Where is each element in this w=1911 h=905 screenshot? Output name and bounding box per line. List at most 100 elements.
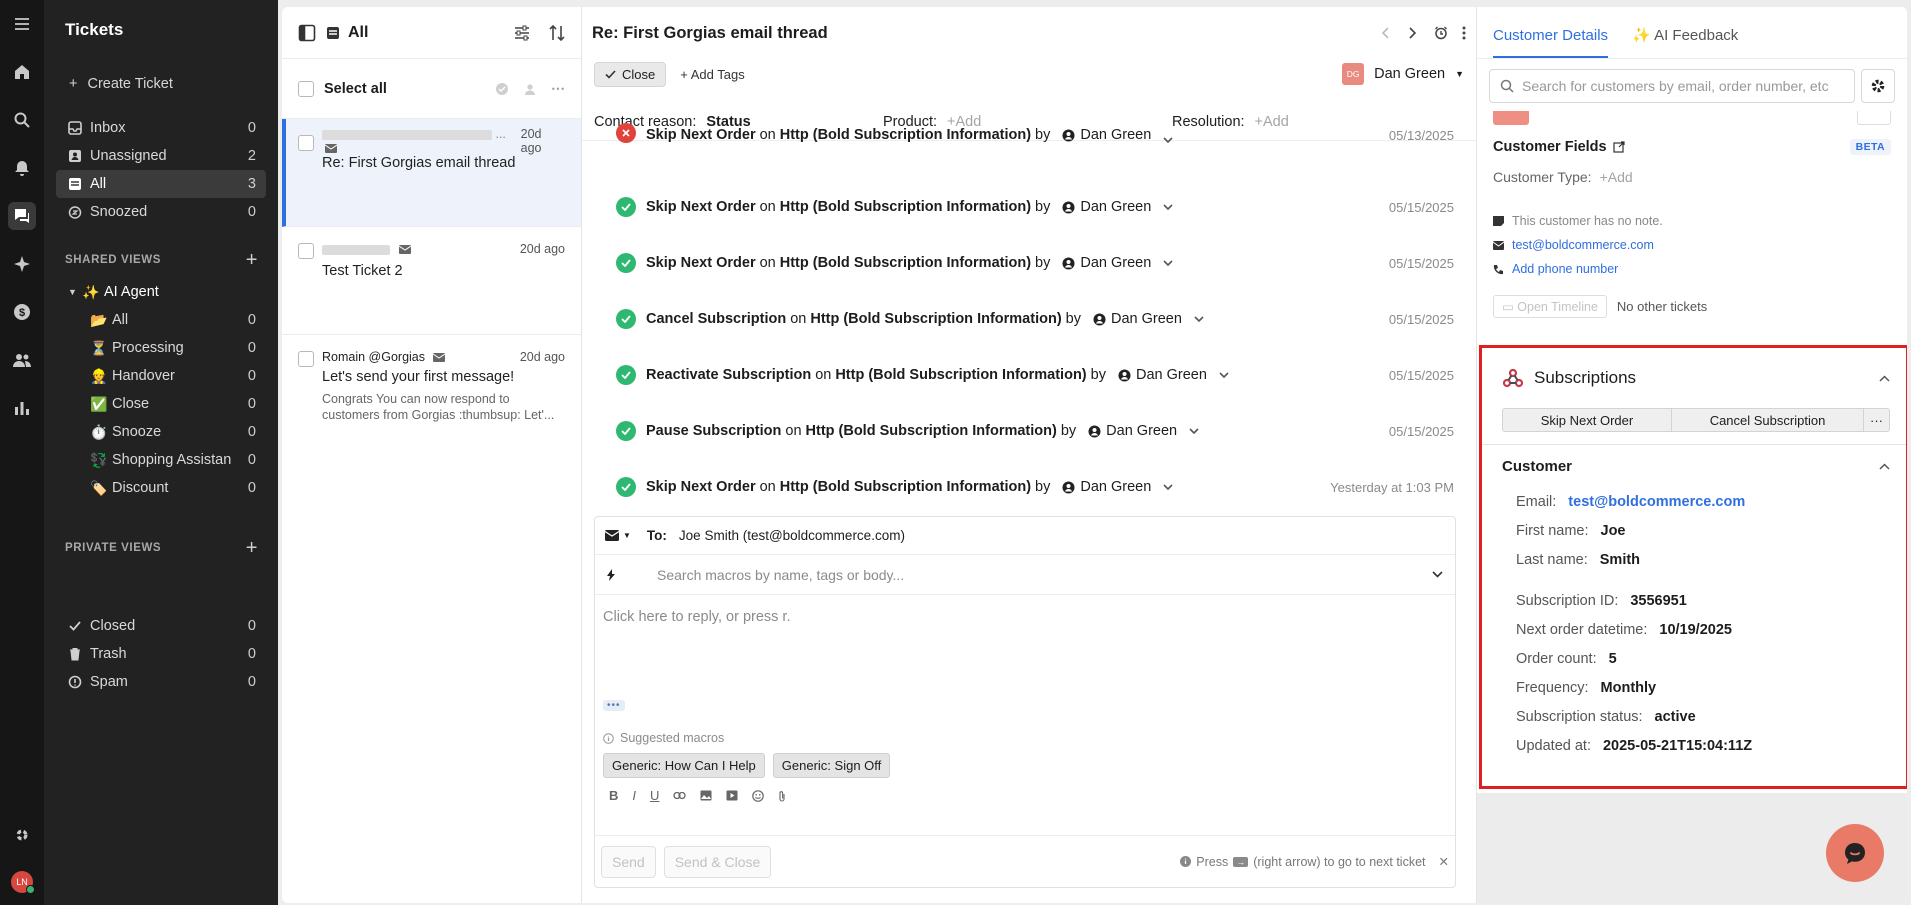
view-unassigned[interactable]: Unassigned 2 — [56, 142, 266, 170]
open-timeline-button[interactable]: ▭ Open Timeline — [1493, 295, 1607, 318]
close-ticket-button[interactable]: Close — [594, 61, 667, 87]
ticket-item[interactable]: Romain @Gorgias 20d ago Let's send your … — [282, 335, 581, 431]
add-tags-button[interactable]: + Add Tags — [680, 67, 744, 82]
view-spam[interactable]: Spam 0 — [56, 668, 266, 696]
chevron-down-icon[interactable] — [1163, 484, 1173, 490]
mail-icon — [325, 144, 337, 154]
chevron-down-icon[interactable] — [1432, 571, 1443, 578]
ai-view-handover[interactable]: 👷 Handover 0 — [56, 362, 266, 390]
more-vertical-icon[interactable] — [1462, 26, 1466, 40]
chevron-down-icon[interactable] — [1163, 137, 1173, 143]
select-all-checkbox[interactable] — [298, 80, 314, 97]
ai-view-discount[interactable]: 🏷️ Discount 0 — [56, 474, 266, 502]
all-tickets-icon — [68, 177, 90, 191]
cancel-subscription-button[interactable]: Cancel Subscription — [1671, 409, 1863, 431]
ai-view-close[interactable]: ✅ Close 0 — [56, 390, 266, 418]
emoji-icon[interactable] — [752, 789, 765, 802]
more-horizontal-icon[interactable]: ⋯ — [551, 80, 565, 97]
next-ticket-icon[interactable] — [1408, 27, 1416, 39]
tab-customer-details[interactable]: Customer Details — [1493, 27, 1609, 58]
snooze-alarm-icon[interactable] — [1434, 26, 1448, 40]
customer-search-input[interactable]: Search for customers by email, order num… — [1489, 69, 1855, 103]
tickets-icon[interactable] — [0, 192, 44, 240]
macro-chip[interactable]: Generic: Sign Off — [772, 753, 891, 778]
macro-chip[interactable]: Generic: How Can I Help — [603, 753, 765, 778]
view-all[interactable]: All 3 — [56, 170, 266, 198]
chat-widget-button[interactable] — [1826, 824, 1884, 882]
ticket-item[interactable]: ... 20d ago Re: First Gorgias email thre… — [282, 119, 581, 227]
bold-icon[interactable]: B — [609, 788, 618, 803]
attachment-icon[interactable] — [778, 790, 786, 802]
ai-sparkle-icon[interactable] — [0, 240, 44, 288]
search-icon[interactable] — [0, 96, 44, 144]
toggle-panel-icon[interactable] — [298, 24, 316, 42]
sidebar-settings-gear-icon[interactable] — [1861, 69, 1895, 103]
bell-icon[interactable] — [0, 144, 44, 192]
chevron-down-icon[interactable] — [1189, 428, 1199, 434]
link-icon[interactable] — [673, 791, 687, 800]
view-inbox[interactable]: Inbox 0 — [56, 114, 266, 142]
assignee-dropdown[interactable]: DG Dan Green ▼ — [1342, 63, 1464, 85]
ticket-item[interactable]: 20d ago Test Ticket 2 — [282, 227, 581, 335]
settings-gear-icon[interactable] — [0, 811, 44, 859]
skip-next-order-button[interactable]: Skip Next Order — [1503, 409, 1671, 431]
close-icon[interactable]: ✕ — [1439, 854, 1449, 869]
collapsed-button[interactable] — [1857, 111, 1891, 125]
ticket-subject: Let's send your first message! — [322, 369, 515, 385]
add-shared-view-icon[interactable]: + — [246, 249, 258, 272]
tab-ai-feedback[interactable]: ✨ AI Feedback — [1632, 26, 1738, 58]
ai-view-snooze[interactable]: ⏱️ Snooze 0 — [56, 418, 266, 446]
image-icon[interactable] — [700, 790, 712, 801]
italic-icon[interactable]: I — [632, 788, 636, 803]
user-avatar[interactable]: LN — [11, 871, 35, 894]
ai-view-shopping-assistant[interactable]: 💱 Shopping Assistan 0 — [56, 446, 266, 474]
macro-search[interactable]: Search macros by name, tags or body... — [595, 555, 1455, 595]
more-actions-button[interactable]: ··· — [1863, 409, 1889, 431]
customers-icon[interactable] — [0, 336, 44, 384]
send-and-close-button[interactable]: Send & Close — [663, 845, 772, 878]
ticket-checkbox[interactable] — [298, 135, 314, 151]
ai-view-processing[interactable]: ⏳ Processing 0 — [56, 334, 266, 362]
bulk-assign-icon[interactable] — [523, 82, 537, 96]
chevron-down-icon[interactable] — [1163, 204, 1173, 210]
ai-agent-section[interactable]: ▼ ✨ AI Agent — [56, 278, 266, 306]
chevron-down-icon[interactable] — [1194, 316, 1204, 322]
to-recipient[interactable]: Joe Smith (test@boldcommerce.com) — [679, 528, 905, 543]
external-link-icon[interactable] — [1613, 141, 1625, 153]
statistics-icon[interactable] — [0, 384, 44, 432]
ticket-subject-title[interactable]: Re: First Gorgias email thread — [592, 24, 1382, 43]
chevron-up-icon[interactable] — [1879, 462, 1890, 470]
chevron-down-icon[interactable] — [1163, 260, 1173, 266]
previous-ticket-icon[interactable] — [1382, 27, 1390, 39]
view-snoozed[interactable]: Snoozed 0 — [56, 198, 266, 226]
create-ticket-button[interactable]: + Create Ticket — [44, 62, 278, 106]
channel-email-icon[interactable]: ▼ — [605, 530, 631, 541]
customer-email[interactable]: test@boldcommerce.com — [1493, 233, 1891, 257]
chevron-up-icon[interactable] — [1879, 374, 1890, 382]
sort-icon[interactable] — [549, 24, 565, 42]
chevron-down-icon[interactable] — [1219, 372, 1229, 378]
caret-down-icon: ▼ — [68, 287, 77, 297]
add-phone-link[interactable]: Add phone number — [1493, 257, 1891, 281]
video-icon[interactable] — [726, 790, 738, 801]
send-button[interactable]: Send — [601, 845, 656, 878]
bulk-close-icon[interactable] — [495, 82, 509, 96]
ai-view-all[interactable]: 📂 All 0 — [56, 306, 266, 334]
customer-type-field[interactable]: Customer Type: +Add — [1493, 169, 1891, 185]
user-circle-icon — [1062, 257, 1075, 270]
add-private-view-icon[interactable]: + — [246, 537, 258, 560]
nav-title: Tickets — [65, 20, 124, 39]
reply-body-input[interactable]: Click here to reply, or press r. — [595, 595, 1455, 695]
menu-icon[interactable] — [0, 0, 44, 48]
ticket-subject: Test Ticket 2 — [322, 263, 403, 279]
home-icon[interactable] — [0, 48, 44, 96]
underline-icon[interactable]: U — [650, 788, 659, 803]
view-trash[interactable]: Trash 0 — [56, 640, 266, 668]
view-closed[interactable]: Closed 0 — [56, 612, 266, 640]
ticket-checkbox[interactable] — [298, 351, 314, 367]
ticket-checkbox[interactable] — [298, 243, 314, 259]
ticket-subject: Re: First Gorgias email thread — [322, 155, 516, 171]
filter-sliders-icon[interactable] — [513, 24, 531, 42]
expand-quote-button[interactable]: ••• — [603, 700, 625, 711]
revenue-icon[interactable]: $ — [0, 288, 44, 336]
